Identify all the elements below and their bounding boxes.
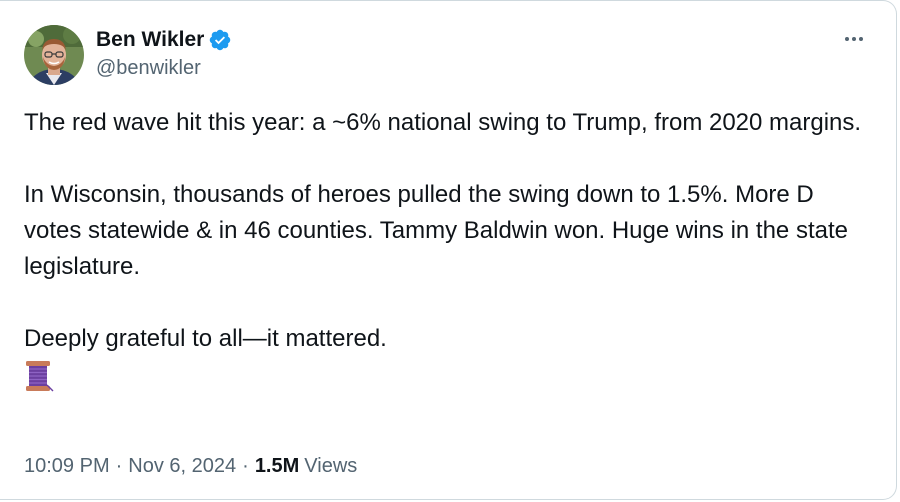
avatar[interactable] (24, 25, 84, 85)
spool-of-thread-emoji-icon (24, 359, 54, 393)
avatar-image (24, 25, 84, 85)
verified-badge-icon[interactable] (208, 28, 232, 52)
tweet-time[interactable]: 10:09 PM (24, 455, 110, 478)
meta-separator: · (115, 455, 123, 477)
meta-separator: · (242, 455, 249, 477)
tweet-header: Ben Wikler @benwikler (24, 25, 232, 85)
more-options-icon[interactable] (840, 29, 868, 49)
views-label: Views (304, 455, 358, 477)
display-name-row: Ben Wikler (96, 27, 232, 53)
author-names: Ben Wikler @benwikler (96, 25, 232, 80)
tweet-card: Ben Wikler @benwikler The red wave hit t… (0, 0, 897, 500)
tweet-paragraph: Deeply grateful to all—it mattered. (24, 325, 387, 352)
tweet-date[interactable]: Nov 6, 2024 (128, 455, 236, 478)
tweet-paragraph: The red wave hit this year: a ~6% nation… (24, 109, 862, 136)
views-count[interactable]: 1.5M (255, 455, 299, 478)
tweet-paragraph: In Wisconsin, thousands of heroes pulled… (24, 181, 848, 280)
tweet-text: The red wave hit this year: a ~6% nation… (24, 105, 874, 404)
display-name[interactable]: Ben Wikler (96, 28, 204, 52)
tweet-meta: 10:09 PM · Nov 6, 2024 · 1.5M Views (24, 455, 357, 478)
author-handle[interactable]: @benwikler (96, 57, 232, 80)
